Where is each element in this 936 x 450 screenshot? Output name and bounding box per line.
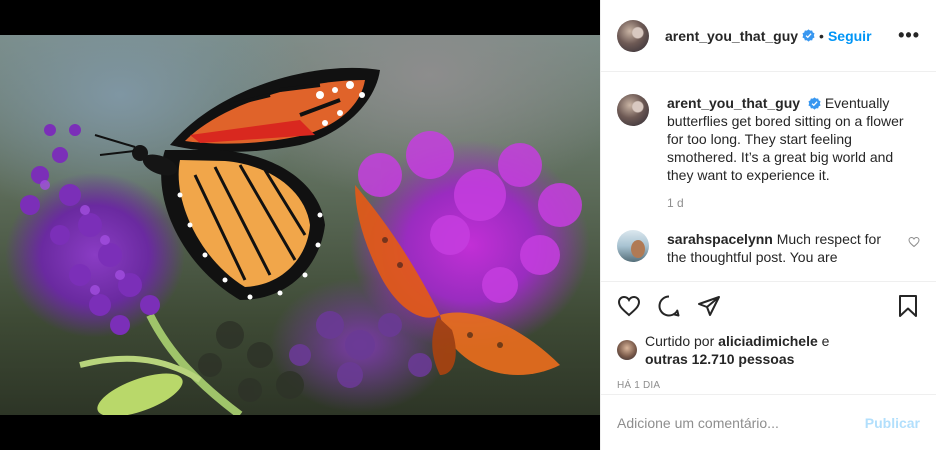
commenter-avatar[interactable] — [617, 230, 649, 262]
liker-avatar[interactable] — [617, 340, 637, 360]
header-separator: • — [819, 27, 824, 44]
post-caption: arent_you_that_guy Eventually butterflie… — [617, 94, 920, 212]
comment-input[interactable] — [617, 414, 865, 431]
follow-button[interactable]: Seguir — [828, 28, 872, 44]
post-actions-bar — [601, 282, 936, 330]
more-options-icon[interactable]: ••• — [898, 25, 920, 46]
post-photo[interactable] — [0, 35, 600, 415]
likes-conjunction: e — [821, 333, 830, 349]
like-heart-icon[interactable] — [617, 294, 641, 318]
verified-badge-icon — [802, 29, 815, 42]
caption-username[interactable]: arent_you_that_guy — [667, 95, 800, 111]
caption-author-avatar[interactable] — [617, 94, 649, 126]
post-header: arent_you_that_guy • Seguir ••• — [601, 0, 936, 72]
comment-username[interactable]: sarahspacelynn — [667, 231, 773, 247]
share-paper-plane-icon[interactable] — [697, 294, 721, 318]
likes-summary: Curtido por aliciadimichele e outras 12.… — [601, 330, 936, 370]
photo-pane — [0, 0, 600, 450]
caption-time[interactable]: 1 d — [667, 194, 917, 212]
liker-username[interactable]: aliciadimichele — [718, 333, 818, 349]
comment-like-heart-icon[interactable] — [908, 236, 920, 248]
comment-bubble-icon[interactable] — [657, 294, 681, 318]
comment-body: sarahspacelynn Much respect for the thou… — [667, 230, 897, 266]
author-username[interactable]: arent_you_that_guy — [665, 28, 798, 44]
author-avatar[interactable] — [617, 19, 649, 52]
likes-text: Curtido por aliciadimichele e outras 12.… — [645, 332, 829, 368]
comments-list[interactable]: arent_you_that_guy Eventually butterflie… — [601, 72, 936, 282]
caption-body: arent_you_that_guy Eventually butterflie… — [667, 94, 917, 212]
comment-item: sarahspacelynn Much respect for the thou… — [617, 230, 920, 266]
post-side-panel: arent_you_that_guy • Seguir ••• arent_yo… — [600, 0, 936, 450]
butterfly-scene-illustration — [20, 67, 582, 415]
publish-button[interactable]: Publicar — [865, 415, 920, 431]
verified-badge-icon — [808, 97, 821, 110]
save-bookmark-icon[interactable] — [896, 294, 920, 318]
likes-prefix: Curtido por — [645, 333, 715, 349]
post-timestamp[interactable]: HÁ 1 DIA — [601, 380, 936, 391]
likes-others-link[interactable]: outras 12.710 pessoas — [645, 351, 794, 367]
add-comment-bar: Publicar — [601, 394, 936, 450]
